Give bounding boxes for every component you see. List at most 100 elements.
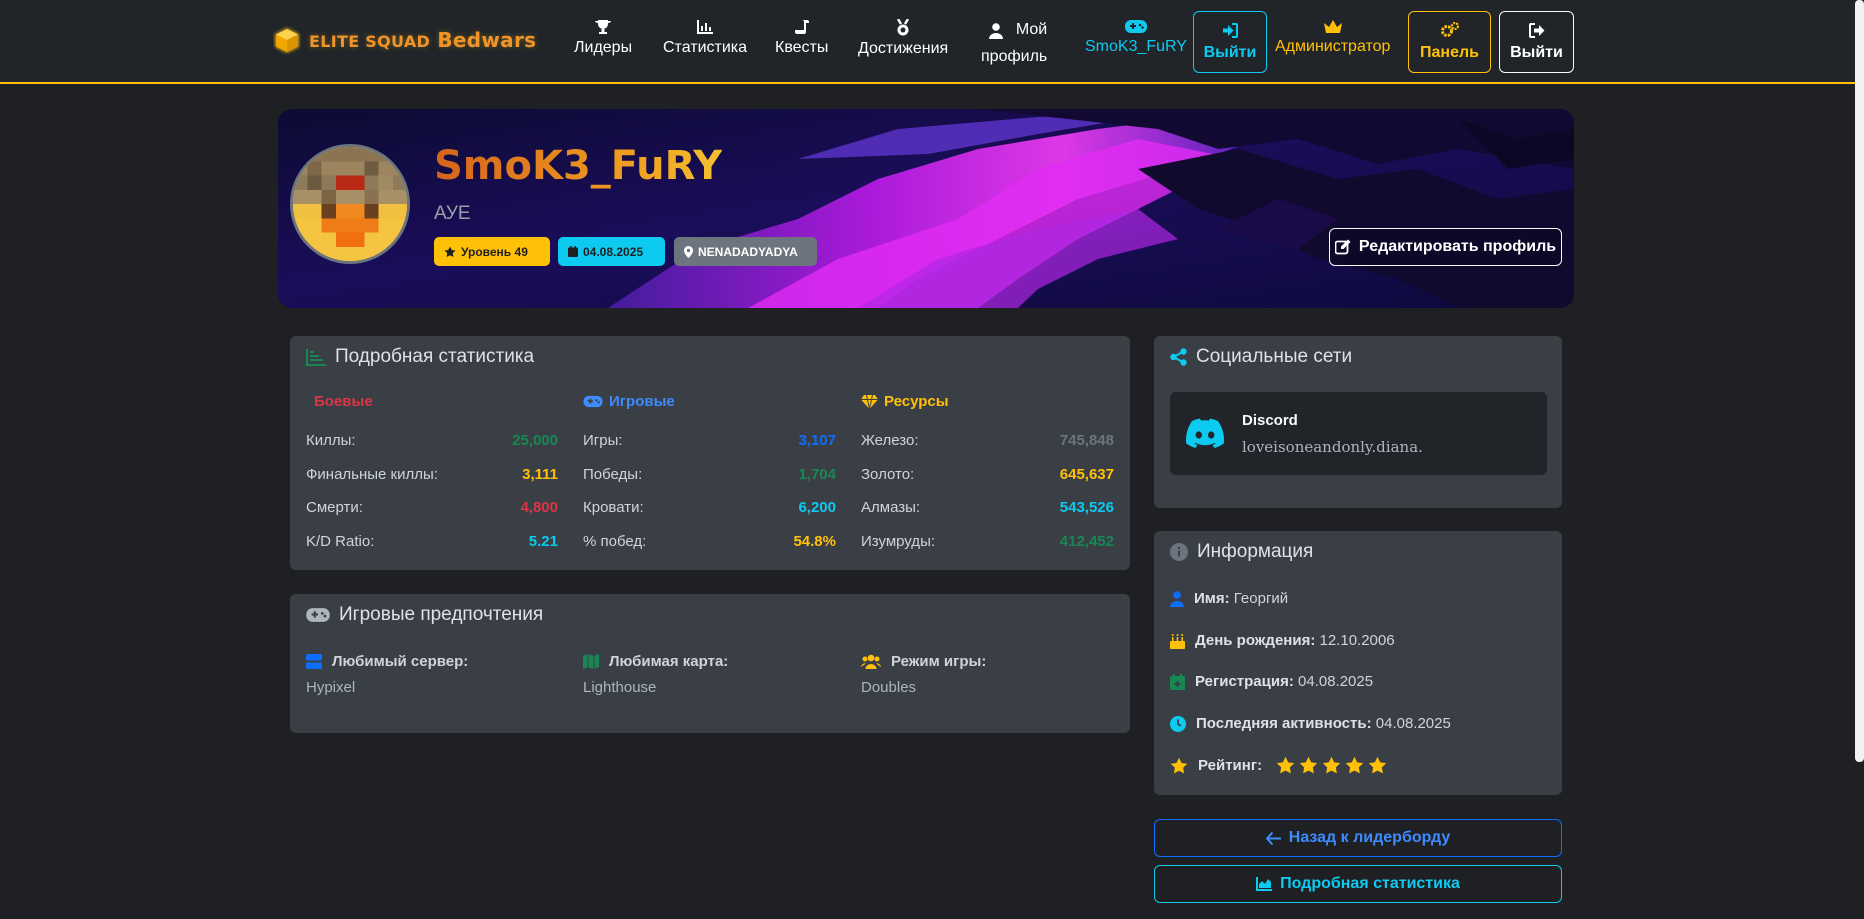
- info-birthday-row: День рождения: 12.10.2006: [1170, 632, 1395, 649]
- stat-beds-label: Кровати:: [583, 499, 644, 516]
- user-icon: [989, 23, 1004, 39]
- nav-admin[interactable]: Администратор: [1275, 16, 1390, 60]
- area-chart-icon: [1256, 877, 1273, 891]
- stats-card-title-label: Подробная статистика: [335, 346, 535, 367]
- avatar: [290, 144, 410, 264]
- info-title-label: Информация: [1197, 541, 1314, 562]
- scroll-icon: [794, 20, 809, 34]
- pref-server-label: Любимый сервер:: [306, 653, 468, 670]
- stat-winrate-value: 54.8%: [793, 533, 836, 550]
- info-activity-row: Последняя активность: 04.08.2025: [1170, 715, 1451, 732]
- stat-final-kills-label: Финальные киллы:: [306, 466, 438, 483]
- pref-map-value: Lighthouse: [583, 679, 657, 696]
- resources-header: Ресурсы: [861, 393, 949, 410]
- back-to-leaderboard-button[interactable]: Назад к лидерборду: [1154, 819, 1562, 857]
- rating-star-icon: [1345, 756, 1364, 774]
- pref-server-value: Hypixel: [306, 679, 356, 696]
- combat-header-label: Боевые: [314, 393, 373, 410]
- user-icon: [1170, 590, 1184, 607]
- stat-emeralds-label: Изумруды:: [861, 533, 936, 550]
- star-icon: [1170, 757, 1188, 773]
- back-button-label: Назад к лидерборду: [1288, 829, 1451, 846]
- gem-icon: [861, 394, 878, 409]
- stats-card: [290, 336, 1130, 570]
- nav-username[interactable]: SmoK3_FuRY: [1085, 16, 1187, 60]
- detailed-stats-button[interactable]: Подробная статистика: [1154, 865, 1562, 903]
- social-title-label: Социальные сети: [1196, 346, 1353, 367]
- scrollbar-thumb[interactable]: [1855, 0, 1864, 762]
- rating-stars: [1276, 756, 1387, 775]
- logout-button[interactable]: Выйти: [1499, 11, 1574, 73]
- nav-achievements[interactable]: Достижения: [858, 16, 948, 62]
- minecraft-skin-image: [293, 147, 407, 261]
- edit-profile-button[interactable]: Редактировать профиль: [1329, 228, 1562, 266]
- stat-diamonds-label: Алмазы:: [861, 499, 921, 516]
- discord-item[interactable]: Discord loveisoneandonly.diana.: [1170, 392, 1547, 475]
- game-header: Игровые: [583, 393, 675, 410]
- gamepad-icon: [1124, 20, 1147, 33]
- location-badge-label: NENADADYADYA: [698, 244, 798, 259]
- navbar: ELITE SQUAD Bedwars Лидеры Статистика Кв…: [0, 0, 1864, 84]
- cube-icon: [275, 28, 299, 53]
- rating-star-icon: [1368, 756, 1387, 774]
- nav-statistics[interactable]: Статистика: [663, 16, 747, 61]
- nav-admin-label: Администратор: [1275, 38, 1391, 55]
- location-badge: NENADADYADYA: [674, 237, 817, 266]
- rating-star-icon: [1322, 756, 1341, 774]
- cogs-icon: [1440, 22, 1459, 37]
- stat-diamonds-value: 543,526: [1059, 499, 1114, 516]
- info-card-title: Информация: [1170, 541, 1313, 563]
- pref-map-label-text: Любимая карта:: [609, 653, 729, 670]
- nav-leaders[interactable]: Лидеры: [574, 16, 632, 61]
- stat-kills-label: Киллы:: [306, 432, 356, 449]
- gamepad-icon: [306, 608, 330, 622]
- brand-title: ELITE SQUAD Bedwars: [309, 28, 537, 52]
- pref-mode-value: Doubles: [861, 679, 917, 696]
- brand-logo[interactable]: ELITE SQUAD Bedwars: [273, 26, 536, 54]
- level-badge: Уровень 49: [434, 237, 550, 266]
- resources-header-label: Ресурсы: [884, 393, 949, 410]
- profile-name: SmoK3_FuRY: [434, 143, 723, 189]
- stat-winrate-label: % побед:: [583, 533, 647, 550]
- stat-kd-value: 5.21: [528, 533, 558, 550]
- nav-my-profile[interactable]: Мой профиль: [981, 16, 1047, 70]
- info-activity-value: 04.08.2025: [1375, 715, 1451, 732]
- stat-emeralds-value: 412,452: [1059, 533, 1114, 550]
- stat-gold-value: 645,637: [1059, 466, 1114, 483]
- pref-mode-label-text: Режим игры:: [891, 653, 987, 670]
- info-registration-value: 04.08.2025: [1298, 673, 1374, 690]
- stat-games-label: Игры:: [583, 432, 623, 449]
- sign-in-icon: [1223, 22, 1238, 38]
- info-rating-label: Рейтинг:: [1198, 757, 1263, 774]
- stats-card-title: Подробная статистика: [306, 346, 534, 368]
- info-birthday-value: 12.10.2006: [1319, 632, 1395, 649]
- panel-button[interactable]: Панель: [1408, 11, 1491, 73]
- arrow-left-icon: [1265, 831, 1281, 845]
- gamepad-icon: [583, 395, 603, 408]
- profile-banner: [278, 109, 1574, 308]
- info-activity-label: Последняя активность:: [1196, 715, 1372, 732]
- nav-leaders-label: Лидеры: [574, 39, 633, 56]
- nav-quests[interactable]: Квесты: [775, 16, 828, 61]
- stat-iron-value: 745,848: [1059, 432, 1114, 449]
- stat-kills-value: 25,000: [512, 432, 558, 449]
- pref-map-label: Любимая карта:: [583, 653, 728, 670]
- login-button[interactable]: Выйти: [1193, 11, 1267, 73]
- server-icon: [306, 654, 322, 669]
- info-registration-row: Регистрация: 04.08.2025: [1170, 673, 1373, 690]
- preferences-title-label: Игровые предпочтения: [339, 604, 544, 625]
- trophy-icon: [595, 20, 612, 34]
- rating-star-icon: [1276, 756, 1295, 774]
- map-marker-icon: [684, 245, 693, 258]
- nav-my-profile-line2: профиль: [981, 48, 1048, 65]
- discord-label: Discord: [1242, 412, 1298, 429]
- info-birthday-label: День рождения:: [1195, 632, 1316, 649]
- combat-header: Боевые: [314, 393, 373, 410]
- medal-icon: [897, 19, 910, 36]
- login-button-label: Выйти: [1203, 43, 1257, 61]
- detail-button-label: Подробная статистика: [1280, 875, 1460, 892]
- calendar-icon: [568, 246, 578, 257]
- stat-deaths-label: Смерти:: [306, 499, 363, 516]
- stat-iron-label: Железо:: [861, 432, 919, 449]
- stat-final-kills-value: 3,111: [522, 466, 558, 483]
